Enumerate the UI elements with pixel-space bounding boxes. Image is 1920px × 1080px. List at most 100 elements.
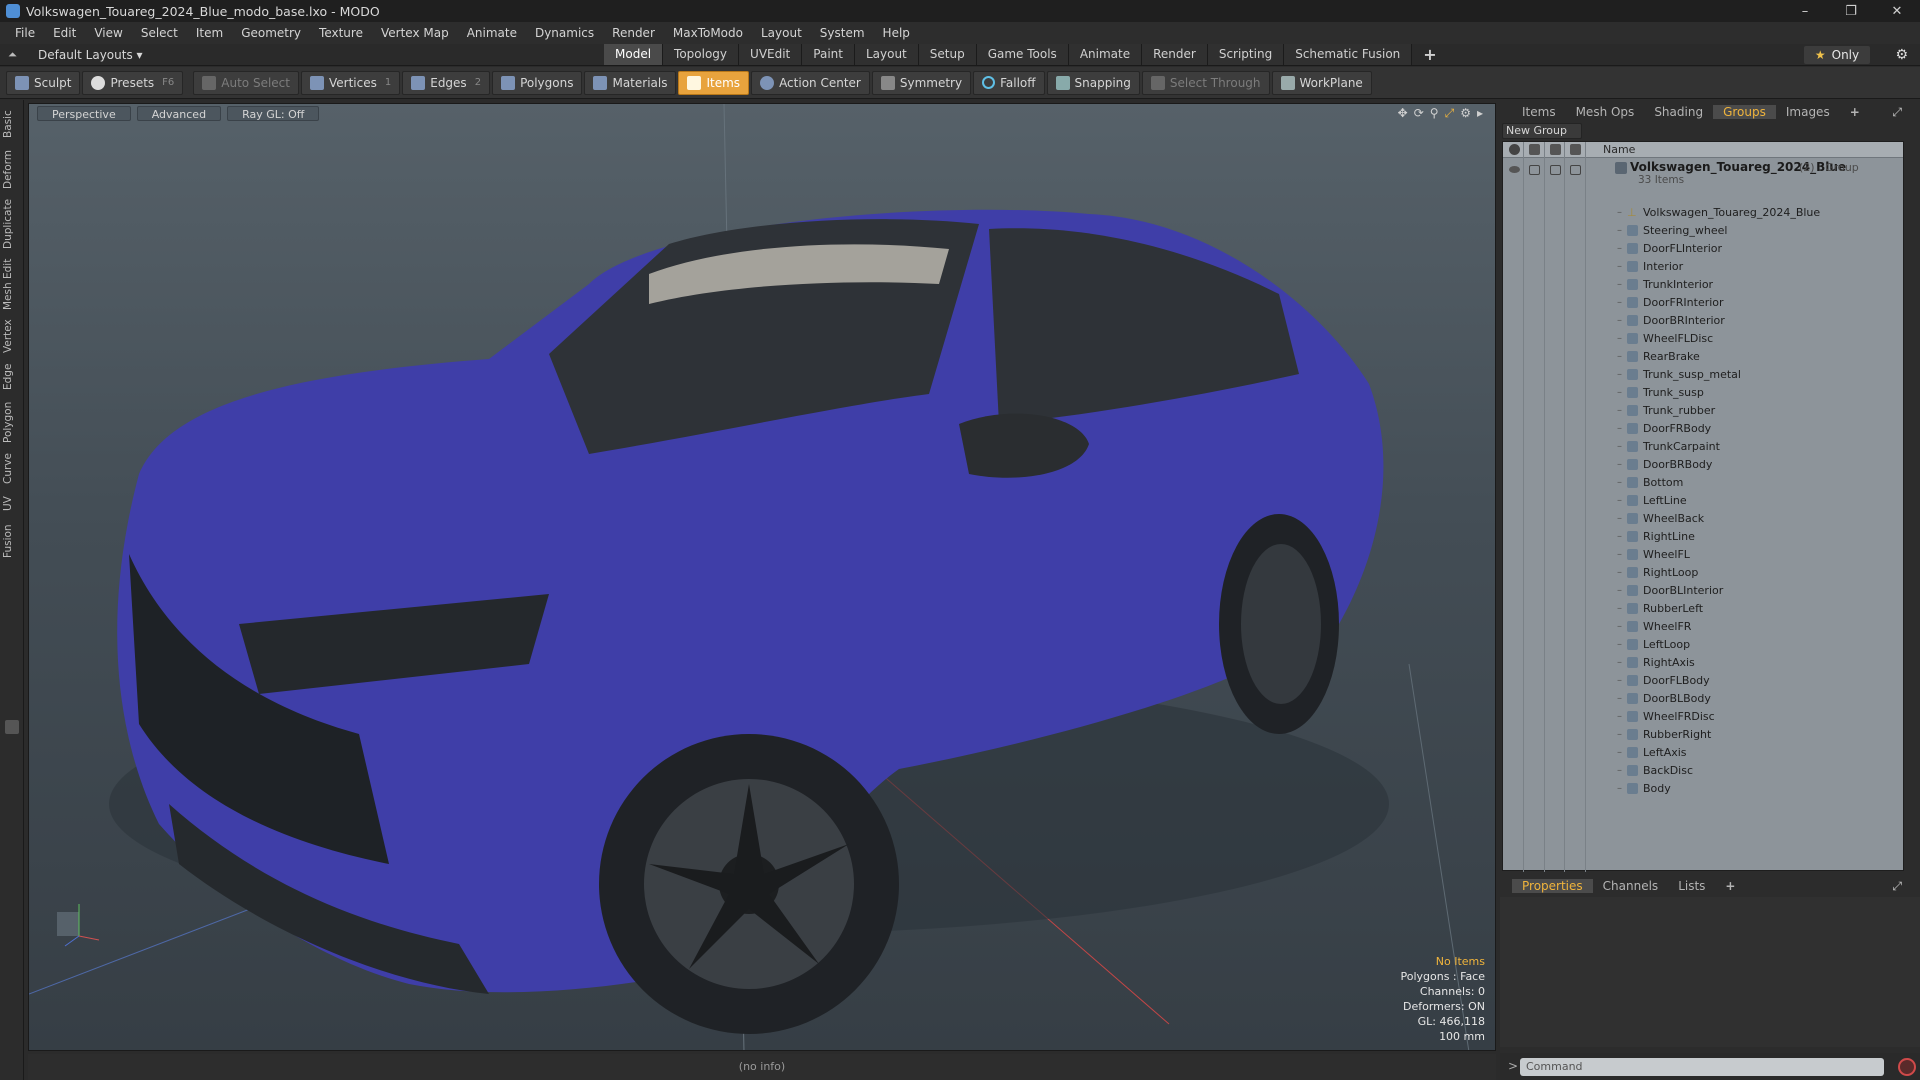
- tab-deform[interactable]: Deform: [2, 146, 22, 192]
- menu-file[interactable]: File: [6, 26, 44, 40]
- tab-properties[interactable]: Properties: [1512, 879, 1593, 893]
- menu-view[interactable]: View: [85, 26, 131, 40]
- new-group-button[interactable]: New Group: [1502, 123, 1582, 139]
- menu-render[interactable]: Render: [603, 26, 664, 40]
- vertices-button[interactable]: Vertices 1: [300, 70, 401, 95]
- fit-icon[interactable]: ⤢: [1445, 106, 1455, 121]
- layout-dropdown[interactable]: Default Layouts ▾: [38, 48, 143, 62]
- list-item[interactable]: – WheelFRDisc: [1503, 708, 1905, 726]
- pan-icon[interactable]: ✥: [1398, 106, 1408, 121]
- tab-model[interactable]: Model: [604, 44, 664, 65]
- list-item[interactable]: – RightLine: [1503, 528, 1905, 546]
- add-tab-button[interactable]: +: [1412, 44, 1447, 65]
- list-item[interactable]: – Trunk_rubber: [1503, 402, 1905, 420]
- select-column-icon[interactable]: [1570, 144, 1581, 155]
- tab-schematic-fusion[interactable]: Schematic Fusion: [1284, 44, 1413, 65]
- rotate-icon[interactable]: ⟳: [1414, 106, 1424, 121]
- list-item[interactable]: – BackDisc: [1503, 762, 1905, 780]
- sculpt-button[interactable]: Sculpt: [6, 70, 81, 95]
- list-item[interactable]: – WheelFL: [1503, 546, 1905, 564]
- list-item[interactable]: – DoorFRBody: [1503, 420, 1905, 438]
- close-button[interactable]: ✕: [1874, 0, 1920, 22]
- list-item[interactable]: – RightAxis: [1503, 654, 1905, 672]
- action-center-button[interactable]: Action Center: [751, 70, 870, 95]
- auto-select-button[interactable]: Auto Select: [193, 70, 299, 95]
- menu-maxtomodo[interactable]: MaxToModo: [664, 26, 752, 40]
- menu-select[interactable]: Select: [132, 26, 187, 40]
- workplane-button[interactable]: WorkPlane: [1271, 70, 1372, 95]
- tab-polygon[interactable]: Polygon: [2, 398, 22, 446]
- menu-dynamics[interactable]: Dynamics: [526, 26, 603, 40]
- list-item[interactable]: – Bottom: [1503, 474, 1905, 492]
- group-row[interactable]: Volkswagen_Touareg_2024_Blue (2) : Group…: [1503, 160, 1905, 186]
- tab-fusion[interactable]: Fusion: [2, 520, 22, 562]
- tab-edge[interactable]: Edge: [2, 360, 22, 394]
- list-item[interactable]: – Steering_wheel: [1503, 222, 1905, 240]
- list-item[interactable]: – DoorBLBody: [1503, 690, 1905, 708]
- only-button[interactable]: ★ Only: [1804, 46, 1870, 64]
- tab-uvedit[interactable]: UVEdit: [739, 44, 803, 65]
- list-item[interactable]: – LeftLoop: [1503, 636, 1905, 654]
- menu-geometry[interactable]: Geometry: [232, 26, 310, 40]
- select-toggle[interactable]: [1570, 165, 1581, 175]
- tab-game-tools[interactable]: Game Tools: [976, 44, 1069, 65]
- lock-toggle[interactable]: [1550, 165, 1561, 175]
- tab-groups[interactable]: Groups: [1713, 105, 1776, 119]
- panel-toggle-icon[interactable]: [5, 720, 19, 734]
- render-toggle[interactable]: [1529, 165, 1540, 175]
- list-item[interactable]: – WheelFLDisc: [1503, 330, 1905, 348]
- list-item[interactable]: – TrunkCarpaint: [1503, 438, 1905, 456]
- list-item[interactable]: – Trunk_susp: [1503, 384, 1905, 402]
- list-item[interactable]: – DoorBRBody: [1503, 456, 1905, 474]
- gear-icon[interactable]: ⚙: [1895, 47, 1908, 63]
- list-item[interactable]: – LeftLine: [1503, 492, 1905, 510]
- list-item[interactable]: – Trunk_susp_metal: [1503, 366, 1905, 384]
- symmetry-button[interactable]: Symmetry: [871, 70, 972, 95]
- menu-animate[interactable]: Animate: [458, 26, 526, 40]
- list-item[interactable]: – WheelBack: [1503, 510, 1905, 528]
- list-item[interactable]: – TrunkInterior: [1503, 276, 1905, 294]
- list-item[interactable]: – RightLoop: [1503, 564, 1905, 582]
- list-item[interactable]: – RearBrake: [1503, 348, 1905, 366]
- render-column-icon[interactable]: [1529, 144, 1540, 155]
- view-type-dropdown[interactable]: Perspective: [37, 105, 131, 121]
- menu-system[interactable]: System: [811, 26, 874, 40]
- command-input[interactable]: Command: [1520, 1058, 1884, 1076]
- name-column-header[interactable]: Name: [1603, 142, 1635, 158]
- tab-render[interactable]: Render: [1142, 44, 1208, 65]
- menu-item[interactable]: Item: [187, 26, 232, 40]
- list-item[interactable]: – DoorBRInterior: [1503, 312, 1905, 330]
- tab-vertex[interactable]: Vertex: [2, 316, 22, 356]
- menu-vertex-map[interactable]: Vertex Map: [372, 26, 458, 40]
- tab-duplicate[interactable]: Duplicate: [2, 196, 22, 252]
- tab-basic[interactable]: Basic: [2, 106, 22, 142]
- tab-curve[interactable]: Curve: [2, 450, 22, 488]
- tab-uv[interactable]: UV: [2, 492, 22, 516]
- zoom-icon[interactable]: ⚲: [1430, 106, 1439, 121]
- groups-tree[interactable]: Name Volkswagen_Touareg_2024_Blue (2) : …: [1502, 141, 1905, 872]
- tab-lists[interactable]: Lists: [1668, 879, 1715, 893]
- list-item[interactable]: – DoorFLInterior: [1503, 240, 1905, 258]
- lock-column-icon[interactable]: [1550, 144, 1561, 155]
- visibility-column-icon[interactable]: [1509, 144, 1520, 155]
- tab-items[interactable]: Items: [1512, 105, 1566, 119]
- tab-mesh-edit[interactable]: Mesh Edit: [2, 256, 22, 312]
- 3d-viewport[interactable]: Perspective Advanced Ray GL: Off ✥ ⟳ ⚲ ⤢…: [28, 103, 1496, 1051]
- layout-switch-icon[interactable]: ⏶: [8, 48, 22, 62]
- eye-icon[interactable]: [1509, 166, 1520, 173]
- edges-button[interactable]: Edges 2: [402, 70, 491, 95]
- list-item[interactable]: – RubberLeft: [1503, 600, 1905, 618]
- add-properties-tab-button[interactable]: +: [1715, 879, 1745, 893]
- falloff-button[interactable]: Falloff: [973, 70, 1045, 95]
- menu-help[interactable]: Help: [874, 26, 919, 40]
- tab-channels[interactable]: Channels: [1593, 879, 1669, 893]
- tab-setup[interactable]: Setup: [918, 44, 977, 65]
- menu-layout[interactable]: Layout: [752, 26, 811, 40]
- list-item[interactable]: – LeftAxis: [1503, 744, 1905, 762]
- list-item[interactable]: – Interior: [1503, 258, 1905, 276]
- tab-topology[interactable]: Topology: [663, 44, 740, 65]
- select-through-button[interactable]: Select Through: [1141, 70, 1270, 95]
- minimize-button[interactable]: –: [1782, 0, 1828, 22]
- items-button[interactable]: Items: [678, 70, 750, 95]
- expand-panel-icon[interactable]: ⤢: [1882, 105, 1912, 120]
